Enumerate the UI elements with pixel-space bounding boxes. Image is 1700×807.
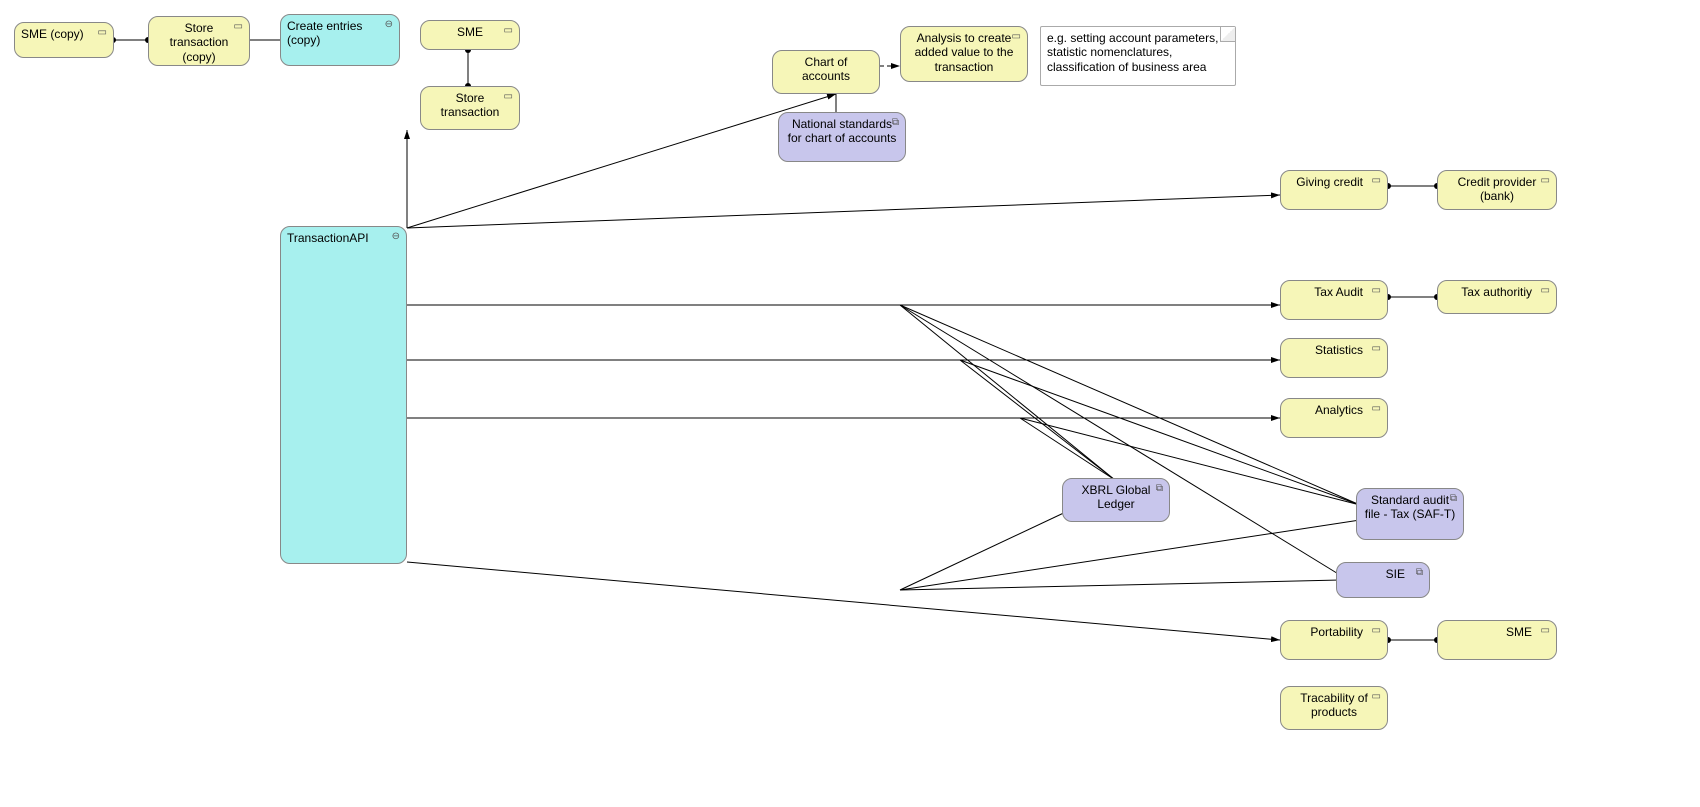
node-national-standards[interactable]: National standards for chart of accounts…	[778, 112, 906, 162]
label: SME	[1506, 625, 1532, 639]
label: Standard audit file - Tax (SAF-T)	[1365, 493, 1455, 521]
label: TransactionAPI	[287, 231, 369, 245]
node-statistics[interactable]: Statistics ▭	[1280, 338, 1388, 378]
process-icon: ▭	[1372, 625, 1381, 637]
process-icon: ▭	[1372, 285, 1381, 297]
edge-j1-sie	[900, 305, 1340, 575]
node-tax-authority[interactable]: Tax authoritiy ▭	[1437, 280, 1557, 314]
label: Portability	[1310, 625, 1363, 639]
label: Tracability of products	[1300, 691, 1368, 719]
label: Giving credit	[1296, 175, 1363, 189]
node-portability[interactable]: Portability ▭	[1280, 620, 1388, 660]
node-store-tx-copy[interactable]: Store transaction (copy) ▭	[148, 16, 250, 66]
edge-j1-xbrl	[900, 305, 1115, 480]
edge-p-xbrl	[900, 510, 1070, 590]
label: Analytics	[1315, 403, 1363, 417]
label: Chart of accounts	[802, 55, 850, 83]
service-icon: ⊖	[385, 19, 393, 31]
edge-api-portability	[407, 562, 1280, 640]
service-icon: ⊖	[392, 231, 400, 243]
node-saft[interactable]: Standard audit file - Tax (SAF-T) ⧉	[1356, 488, 1464, 540]
node-xbrl[interactable]: XBRL Global Ledger ⧉	[1062, 478, 1170, 522]
object-icon: ⧉	[1416, 567, 1423, 579]
process-icon: ▭	[1372, 691, 1381, 703]
node-transaction-api[interactable]: TransactionAPI ⊖	[280, 226, 407, 564]
node-store-tx[interactable]: Store transaction ▭	[420, 86, 520, 130]
node-sie[interactable]: SIE ⧉	[1336, 562, 1430, 598]
process-icon: ▭	[1012, 31, 1021, 43]
node-tax-audit[interactable]: Tax Audit ▭	[1280, 280, 1388, 320]
label: Store transaction	[441, 91, 500, 119]
label: Tax Audit	[1314, 285, 1363, 299]
node-chart-of-accounts[interactable]: Chart of accounts	[772, 50, 880, 94]
node-note: e.g. setting account parameters, statist…	[1040, 26, 1236, 86]
note-fold-icon	[1220, 27, 1235, 42]
process-icon: ▭	[1372, 343, 1381, 355]
node-credit-provider[interactable]: Credit provider (bank) ▭	[1437, 170, 1557, 210]
node-traceability[interactable]: Tracability of products ▭	[1280, 686, 1388, 730]
object-icon: ⧉	[1156, 483, 1163, 495]
label: e.g. setting account parameters, statist…	[1047, 31, 1218, 74]
node-giving-credit[interactable]: Giving credit ▭	[1280, 170, 1388, 210]
edge-api-credit	[407, 195, 1280, 228]
process-icon: ▭	[504, 25, 513, 37]
label: Statistics	[1315, 343, 1363, 357]
node-sme-copy[interactable]: SME (copy) ▭	[14, 22, 114, 58]
edge-j2-xbrl	[960, 360, 1115, 480]
label: SME	[457, 25, 483, 39]
process-icon: ▭	[504, 91, 513, 103]
process-icon: ▭	[1372, 175, 1381, 187]
node-analysis[interactable]: Analysis to create added value to the tr…	[900, 26, 1028, 82]
object-icon: ⧉	[892, 117, 899, 129]
label: Credit provider (bank)	[1458, 175, 1537, 203]
object-icon: ⧉	[1450, 493, 1457, 505]
label: Tax authoritiy	[1461, 285, 1532, 299]
edge-p-sie	[900, 580, 1340, 590]
node-analytics[interactable]: Analytics ▭	[1280, 398, 1388, 438]
node-sme-top[interactable]: SME ▭	[420, 20, 520, 50]
process-icon: ▭	[1541, 175, 1550, 187]
process-icon: ▭	[1372, 403, 1381, 415]
label: Analysis to create added value to the tr…	[915, 31, 1014, 74]
process-icon: ▭	[98, 27, 107, 39]
node-sme-bottom[interactable]: SME ▭	[1437, 620, 1557, 660]
label: Store transaction (copy)	[170, 21, 229, 64]
process-icon: ▭	[1541, 285, 1550, 297]
label: SME (copy)	[21, 27, 84, 41]
label: Create entries (copy)	[287, 19, 362, 47]
process-icon: ▭	[234, 21, 243, 33]
edge-j3-xbrl	[1020, 418, 1115, 480]
node-create-entries-copy[interactable]: Create entries (copy) ⊖	[280, 14, 400, 66]
label: XBRL Global Ledger	[1082, 483, 1151, 511]
label: SIE	[1386, 567, 1405, 581]
process-icon: ▭	[1541, 625, 1550, 637]
label: National standards for chart of accounts	[788, 117, 897, 145]
edge-p-saft	[900, 520, 1360, 590]
